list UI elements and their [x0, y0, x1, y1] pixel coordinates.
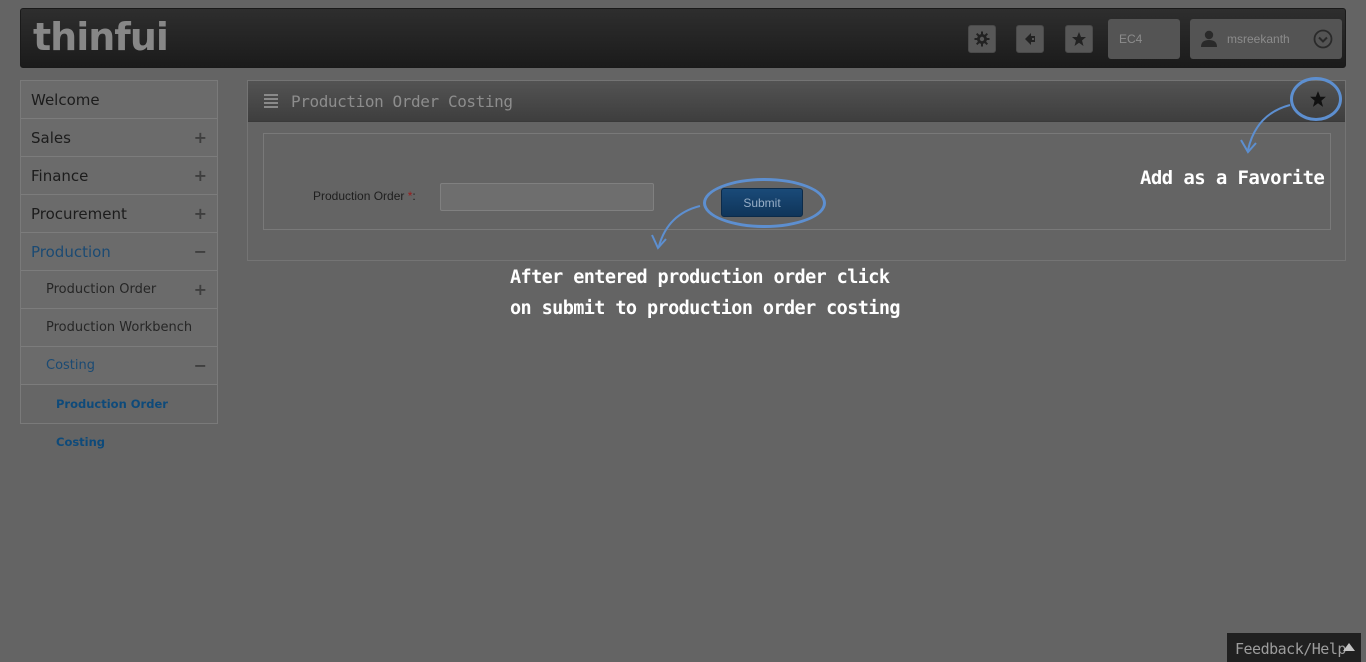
username: msreekanth	[1227, 32, 1290, 46]
sidebar-item-sales[interactable]: Sales +	[21, 119, 217, 157]
expand-icon[interactable]: +	[194, 157, 207, 195]
company-selector[interactable]: EC4	[1108, 19, 1180, 59]
sidebar-item-procurement[interactable]: Procurement +	[21, 195, 217, 233]
app-logo[interactable]: thinfui	[33, 15, 169, 59]
sidebar-item-production-workbench[interactable]: Production Workbench	[21, 309, 217, 347]
production-order-label: Production Order *:	[313, 189, 416, 203]
sidebar-item-label: Production Workbench	[46, 320, 193, 335]
gear-icon	[974, 31, 990, 47]
sidebar-item-production-order-costing[interactable]: Production Order Costing	[21, 385, 217, 449]
collapse-icon[interactable]: −	[194, 347, 207, 385]
add-favorite-star-icon[interactable]	[1309, 90, 1327, 108]
favorites-button[interactable]	[1065, 25, 1093, 53]
sidebar-item-label: Procurement	[31, 205, 127, 223]
production-order-input[interactable]	[440, 183, 654, 211]
sidebar-item-production[interactable]: Production −	[21, 233, 217, 271]
sidebar-item-label: Welcome	[31, 91, 100, 109]
sidebar-item-label: Production Order Costing	[56, 397, 168, 449]
field-label-text: Production Order	[313, 189, 405, 203]
theme-button[interactable]	[1016, 25, 1044, 53]
sidebar-item-welcome[interactable]: Welcome	[21, 81, 217, 119]
page-title: Production Order Costing	[291, 92, 513, 111]
sidebar-nav: Welcome Sales + Finance + Procurement + …	[20, 80, 218, 449]
favorite-annotation: Add as a Favorite	[1140, 167, 1325, 189]
expand-icon[interactable]: +	[194, 195, 207, 233]
user-menu[interactable]: msreekanth	[1190, 19, 1342, 59]
sidebar-item-label: Production Order	[46, 282, 157, 297]
sidebar-item-production-order[interactable]: Production Order +	[21, 271, 217, 309]
chevron-up-icon	[1343, 643, 1355, 651]
sidebar-item-finance[interactable]: Finance +	[21, 157, 217, 195]
expand-icon[interactable]: +	[194, 119, 207, 157]
menu-icon[interactable]	[264, 94, 278, 108]
panel-header: Production Order Costing	[248, 81, 1345, 122]
chevron-down-icon[interactable]	[1313, 29, 1333, 49]
sidebar-item-costing[interactable]: Costing −	[21, 347, 217, 385]
sidebar-item-label: Production	[31, 243, 111, 261]
feedback-help-tab[interactable]: Feedback/Help	[1227, 633, 1361, 662]
sidebar-item-label: Sales	[31, 129, 71, 147]
top-bar: thinfui EC4 msreekanth	[20, 8, 1346, 68]
collapse-icon[interactable]: −	[194, 233, 207, 271]
settings-button[interactable]	[968, 25, 996, 53]
sidebar-item-label: Costing	[46, 358, 96, 373]
field-label-suffix: :	[412, 189, 416, 203]
feedback-label: Feedback/Help	[1235, 640, 1346, 658]
submit-annotation: After entered production order click on …	[510, 267, 901, 319]
expand-icon[interactable]: +	[194, 271, 207, 309]
theme-icon	[1025, 33, 1035, 45]
sidebar-item-label: Finance	[31, 167, 89, 185]
submit-button[interactable]: Submit	[721, 188, 803, 217]
user-icon	[1201, 30, 1217, 47]
star-icon	[1072, 32, 1086, 46]
